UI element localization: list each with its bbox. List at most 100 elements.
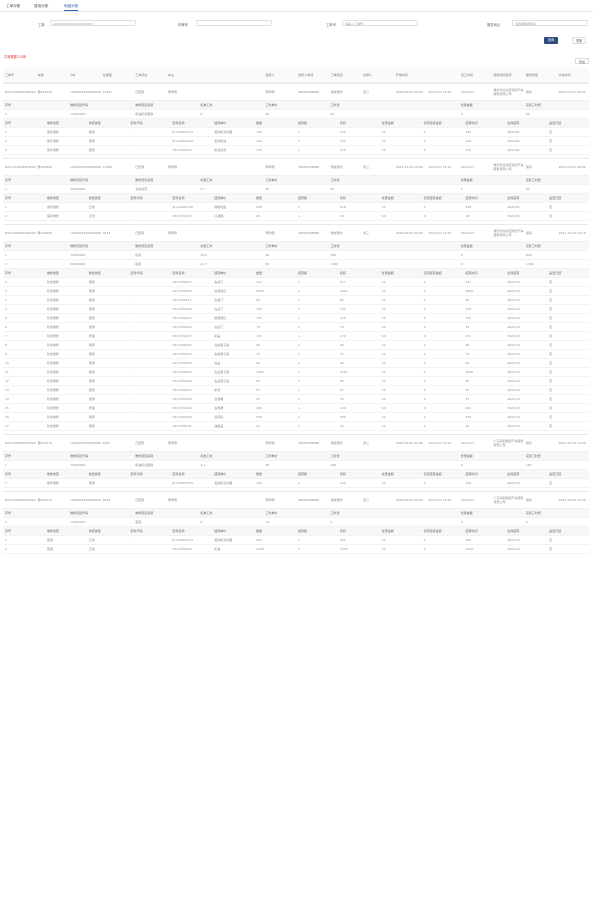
order-cell: 李师傅 [265, 165, 275, 169]
order-cell: 李师傅 [167, 441, 177, 445]
parts-cell: 2021/10 [507, 307, 520, 311]
order-cell: 张三 [363, 165, 370, 169]
parts-header-cell: 收费类型 [88, 121, 101, 125]
parts-header-cell: 配件名称 [172, 271, 185, 275]
search-button[interactable]: 查询 [544, 37, 558, 44]
order-row: R2110290001P0000 豫A24680 LSVAN4187N2000003… [3, 225, 589, 242]
ticket-header-cell: 实际工时费 [525, 103, 541, 107]
parts-cell: 10 [381, 298, 386, 302]
parts-cell: 左前翼子板 [214, 343, 230, 347]
order-cell: R2110300004P0000 [5, 498, 36, 502]
parts-cell: 首保 [46, 547, 53, 551]
order-cell: 2021-10-30 10:30 [558, 498, 586, 502]
parts-header-cell: 收费类型 [88, 529, 101, 533]
order-cell: LSVAN4187N2000002 [70, 165, 101, 169]
ticket-header-cell: 工时单价 [265, 244, 278, 248]
ticket-header-row: 序号 维修项目代码 维修项目名称 标准工时 工时单价 工时费 优惠金额 实际工时费 [3, 101, 589, 110]
parts-cell: 298 [256, 205, 262, 209]
ticket-header-cell: 标准工时 [200, 511, 213, 515]
parts-header-cell: 数量 [256, 529, 263, 533]
parts-cell: 左后翼子板 [214, 370, 230, 374]
parts-cell: 右前翼子板 [214, 352, 230, 356]
parts-cell: 1 [5, 481, 7, 485]
ticket-cell: 0 [460, 187, 463, 191]
ticket-header-cell: 维修项目名称 [135, 454, 154, 458]
parts-row: 2 保养维修 质保 - JP-L20201202 发动机油 120 1 120 10 0 120 202… [3, 137, 589, 146]
parts-cell: 1 [5, 280, 7, 284]
ticket-cell: 21.7 [200, 262, 208, 266]
tab-detail-reconcile[interactable]: 明细对账 [64, 2, 79, 11]
order-cell: 保养 [526, 90, 533, 94]
order-no-input[interactable]: L20200801511020000003 [50, 20, 136, 26]
parts-cell: 质保 [88, 280, 95, 284]
order-row: R2110300001P0000 豫A12345 LSVAN4187N2000001… [3, 84, 589, 101]
parts-header-cell: 结算额 [298, 196, 308, 200]
ticket-header-cell: 工时单价 [265, 511, 278, 515]
phone-input[interactable]: 请输入工单号 [342, 20, 418, 26]
parts-cell: 质保 [88, 139, 95, 143]
ticket-cell: 71063001 [70, 520, 86, 524]
ticket-header-cell: 维修项目代码 [70, 244, 89, 248]
parts-cell: 120 [339, 139, 346, 143]
parts-cell: 218 [465, 205, 472, 209]
parts-cell: 2 [5, 547, 7, 551]
ticket-header-cell: 工时费 [330, 103, 340, 107]
parts-cell: 170 [339, 148, 346, 152]
parts-header-cell: 优惠金额 [381, 271, 394, 275]
parts-cell: 1230 [339, 547, 348, 551]
tab-fee-reconcile[interactable]: 费用对账 [34, 2, 48, 10]
parts-header-cell: 收费类型 [88, 472, 101, 476]
parts-cell: 机盖 [214, 334, 221, 338]
parts-cell: 后盖 [214, 361, 221, 365]
reset-button[interactable]: 重置 [572, 37, 586, 44]
store-select[interactable]: 请选择服务网点 [512, 20, 588, 26]
parts-cell: 质保 [88, 397, 95, 401]
parts-cell: 170 [465, 148, 472, 152]
parts-cell: 质保 [88, 370, 95, 374]
parts-cell: 5 [5, 316, 7, 320]
ticket-cell: 0 [460, 262, 463, 266]
parts-header-cell: 结算时间 [465, 529, 478, 533]
parts-cell: 否 [549, 406, 553, 410]
order-column-header: 服务网点名称 [493, 73, 512, 77]
parts-cell: 11 [5, 370, 9, 374]
parts-header-row: 序号 维修类型 收费类型 配件代码 配件名称 结算单价 数量 结算额 折扣 优惠金额 实际结算金额 结… [3, 470, 589, 479]
parts-cell: 质保 [88, 361, 95, 365]
ticket-cell: 0 [460, 253, 463, 257]
parts-cell: 1 [298, 406, 300, 410]
parts-cell: 前制动盘 [214, 205, 227, 209]
parts-row: 2 首保 正常 - S317230203 机油 1230 1 1230 10 0 1230 2021/1… [3, 545, 589, 554]
parts-header-cell: 数量 [256, 121, 263, 125]
parts-cell: 右侧裙 [214, 406, 224, 410]
parts-cell: 10 [381, 352, 386, 356]
parts-cell: 否 [549, 547, 553, 551]
parts-cell: 10 [381, 481, 386, 485]
ticket-row: 1 71063001 首保 6 74 0 0 0 [3, 518, 589, 527]
ticket-row: 1 71063000 机油机滤更换 6 60 90 0 90 [3, 110, 589, 119]
parts-cell: 10 [381, 388, 386, 392]
export-button[interactable]: 导出 [575, 58, 589, 64]
parts-row: 4 喷漆维修 质保 - S317230218 左后门 130 1 130 10 0 130 2021/1… [3, 305, 589, 314]
ticket-cell: 喷漆 [135, 253, 142, 257]
store-select-placeholder: 请选择服务网点 [515, 22, 537, 26]
parts-cell: 120 [465, 139, 472, 143]
parts-cell: 1 [298, 361, 300, 365]
parts-cell: JP-L20200731 [172, 481, 194, 485]
parts-cell: 3 [5, 148, 7, 152]
ticket-header-cell: 实际工时费 [525, 454, 541, 458]
parts-cell: 0 [423, 289, 426, 293]
parts-cell: 2 [5, 139, 7, 143]
parts-header-cell: 实际结算金额 [423, 196, 442, 200]
ticket-cell: 60 [265, 187, 270, 191]
plate-input[interactable] [196, 20, 272, 26]
parts-cell: 1 [5, 538, 7, 542]
parts-cell: 10 [381, 280, 386, 284]
parts-cell: 10 [381, 148, 386, 152]
parts-cell: 87 [465, 388, 470, 392]
plate-label: 车牌号 [178, 23, 188, 27]
tab-order-reconcile[interactable]: 工单对账 [6, 2, 20, 10]
parts-cell: 2021/10 [507, 379, 520, 383]
order-cell: 张三 [363, 498, 370, 502]
parts-cell: 0 [423, 325, 426, 329]
parts-cell: 93 [465, 424, 470, 428]
